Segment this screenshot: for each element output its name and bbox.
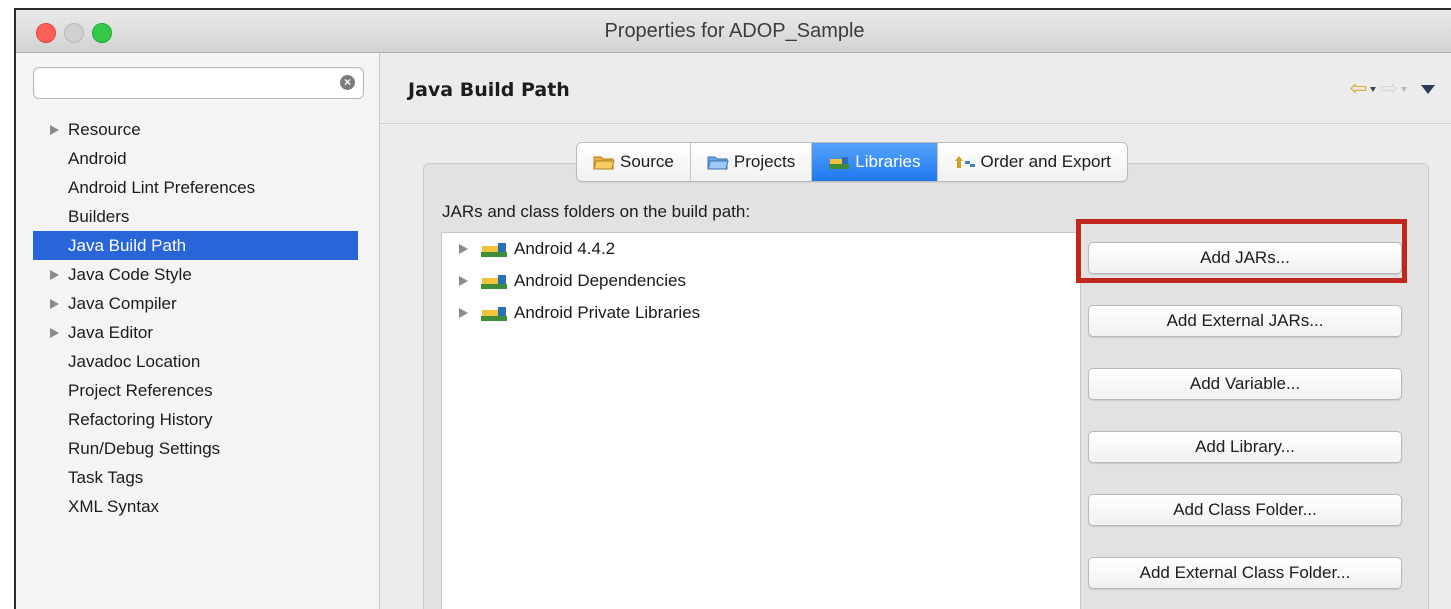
- sidebar-item-xml-syntax[interactable]: XML Syntax: [16, 492, 379, 521]
- tab-label: Order and Export: [980, 152, 1111, 171]
- sidebar-item-label: Refactoring History: [68, 410, 213, 429]
- sidebar-item-run-debug-settings[interactable]: Run/Debug Settings: [16, 434, 379, 463]
- sidebar-item-android-lint-preferences[interactable]: Android Lint Preferences: [16, 173, 379, 202]
- clear-icon[interactable]: ×: [340, 75, 355, 90]
- sidebar-item-java-code-style[interactable]: Java Code Style: [16, 260, 379, 289]
- add-library-button[interactable]: Add Library...: [1088, 431, 1402, 463]
- expand-arrow-icon[interactable]: [459, 244, 468, 254]
- properties-window: Properties for ADOP_Sample × Resource An…: [14, 8, 1451, 609]
- page-header: Java Build Path ⇦ ⇨: [380, 53, 1451, 124]
- library-label: Android Dependencies: [514, 271, 687, 290]
- page-title: Java Build Path: [408, 79, 570, 101]
- expand-arrow-icon[interactable]: [50, 125, 59, 135]
- sidebar-item-java-build-path[interactable]: Java Build Path: [33, 231, 358, 260]
- library-icon: [481, 307, 507, 321]
- title-bar: Properties for ADOP_Sample: [16, 10, 1451, 53]
- sidebar-item-java-compiler[interactable]: Java Compiler: [16, 289, 379, 318]
- tab-libraries[interactable]: Libraries: [812, 143, 938, 181]
- sidebar-item-label: Builders: [68, 207, 130, 226]
- tab-label: Source: [620, 152, 674, 171]
- libraries-list[interactable]: Android 4.4.2 Android Dependencies Andro…: [441, 232, 1081, 609]
- sidebar-item-refactoring-history[interactable]: Refactoring History: [16, 405, 379, 434]
- sidebar-item-project-references[interactable]: Project References: [16, 376, 379, 405]
- tab-label: Projects: [733, 152, 796, 171]
- sidebar-item-android[interactable]: Android: [16, 144, 379, 173]
- sidebar-item-label: Project References: [68, 381, 213, 400]
- expand-arrow-icon[interactable]: [50, 328, 59, 338]
- libraries-section-label: JARs and class folders on the build path…: [442, 202, 751, 221]
- add-external-jars-button[interactable]: Add External JARs...: [1088, 305, 1402, 337]
- back-arrow-icon: ⇦: [1349, 77, 1368, 100]
- sidebar-item-label: Task Tags: [68, 468, 144, 487]
- sidebar-item-label: Android Lint Preferences: [68, 178, 256, 197]
- sidebar: × Resource Android Android Lint Preferen…: [16, 53, 380, 609]
- sidebar-item-label: Android: [68, 149, 127, 168]
- filter-field[interactable]: ×: [33, 67, 364, 99]
- back-button[interactable]: ⇦: [1349, 77, 1377, 100]
- list-item[interactable]: Android Dependencies: [442, 265, 1080, 297]
- add-external-class-folder-button[interactable]: Add External Class Folder...: [1088, 557, 1402, 589]
- sidebar-item-builders[interactable]: Builders: [16, 202, 379, 231]
- sidebar-item-label: Javadoc Location: [68, 352, 201, 371]
- sidebar-item-label: Java Code Style: [68, 265, 192, 284]
- filter-input[interactable]: [42, 72, 326, 94]
- chevron-down-icon: [1370, 86, 1377, 92]
- sidebar-item-label: XML Syntax: [68, 497, 160, 516]
- tab-source[interactable]: Source: [577, 143, 691, 181]
- sidebar-item-java-editor[interactable]: Java Editor: [16, 318, 379, 347]
- view-menu-icon[interactable]: [1421, 84, 1435, 94]
- window-title: Properties for ADOP_Sample: [604, 20, 865, 42]
- add-class-folder-button[interactable]: Add Class Folder...: [1088, 494, 1402, 526]
- expand-arrow-icon[interactable]: [50, 299, 59, 309]
- sidebar-item-resource[interactable]: Resource: [16, 115, 379, 144]
- sidebar-item-javadoc-location[interactable]: Javadoc Location: [16, 347, 379, 376]
- sidebar-item-label: Java Build Path: [68, 236, 187, 255]
- history-navigation: ⇦ ⇨: [1349, 77, 1435, 100]
- list-item[interactable]: Android Private Libraries: [442, 297, 1080, 329]
- tab-projects[interactable]: Projects: [690, 143, 813, 181]
- sidebar-item-task-tags[interactable]: Task Tags: [16, 463, 379, 492]
- sidebar-item-label: Java Compiler: [68, 294, 177, 313]
- expand-arrow-icon[interactable]: [50, 270, 59, 280]
- tab-label: Libraries: [855, 152, 921, 171]
- library-label: Android 4.4.2: [514, 239, 616, 258]
- forward-arrow-icon: ⇨: [1380, 77, 1398, 100]
- add-variable-button[interactable]: Add Variable...: [1088, 368, 1402, 400]
- list-item[interactable]: Android 4.4.2: [442, 233, 1080, 265]
- source-folder-icon: [593, 156, 615, 170]
- order-export-icon: [954, 156, 975, 168]
- library-icon: [481, 243, 507, 257]
- sidebar-item-label: Java Editor: [68, 323, 154, 342]
- tab-order-and-export[interactable]: Order and Export: [937, 143, 1127, 181]
- expand-arrow-icon[interactable]: [459, 308, 468, 318]
- expand-arrow-icon[interactable]: [459, 276, 468, 286]
- projects-folder-icon: [707, 156, 729, 170]
- highlight-box: [1076, 219, 1407, 283]
- preference-tree: Resource Android Android Lint Preference…: [16, 115, 379, 521]
- build-path-tabs: Source Projects Libraries Order and Expo…: [576, 142, 1128, 182]
- chevron-down-icon: [1401, 86, 1407, 92]
- libraries-icon: [829, 157, 850, 169]
- library-label: Android Private Libraries: [514, 303, 701, 322]
- library-icon: [481, 275, 507, 289]
- forward-button[interactable]: ⇨: [1380, 77, 1407, 100]
- sidebar-item-label: Resource: [68, 120, 141, 139]
- sidebar-item-label: Run/Debug Settings: [68, 439, 221, 458]
